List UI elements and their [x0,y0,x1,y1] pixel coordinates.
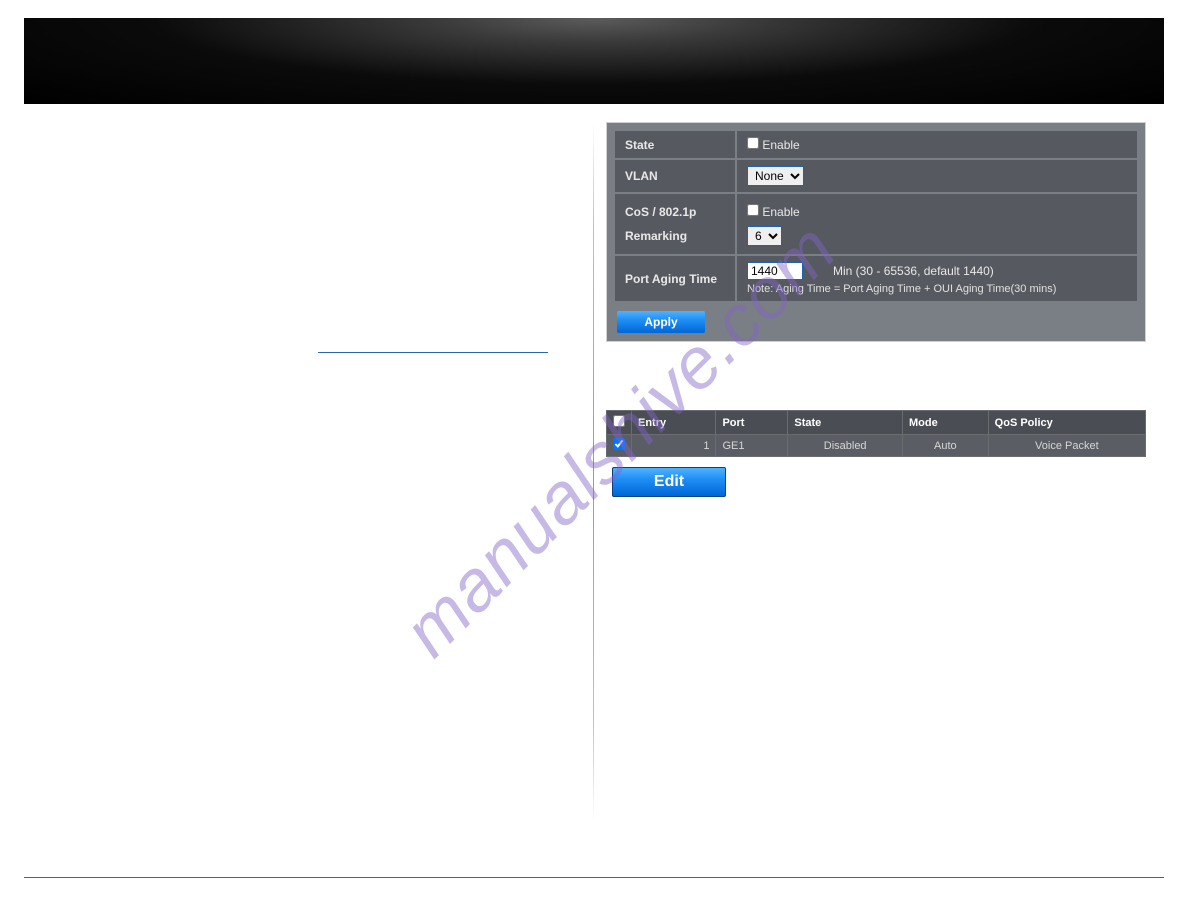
col-entry: Entry [632,411,716,435]
vlan-select[interactable]: None [747,166,804,186]
col-mode: Mode [902,411,988,435]
apply-button[interactable]: Apply [617,311,705,333]
cell-qos: Voice Packet [988,435,1145,457]
edit-button[interactable]: Edit [612,467,726,497]
state-enable-checkbox[interactable] [747,137,759,149]
aging-note: Note: Aging Time = Port Aging Time + OUI… [747,283,1127,295]
cell-entry: 1 [632,435,716,457]
row-checkbox[interactable] [613,438,625,450]
aging-label: Port Aging Time [615,256,735,301]
cos-label: CoS / 802.1p Remarking [615,194,735,254]
cell-port: GE1 [716,435,788,457]
aging-input[interactable] [747,262,803,280]
aging-range: Min (30 - 65536, default 1440) [833,264,994,278]
cos-enable-wrap[interactable]: Enable [747,205,800,219]
cos-enable-text: Enable [762,205,799,219]
cos-enable-checkbox[interactable] [747,204,759,216]
port-setting-panel: Entry Port State Mode QoS Policy 1 GE1 D… [606,410,1146,497]
cos-value-select[interactable]: 6 [747,226,782,246]
state-enable-text: Enable [762,138,799,152]
footer-rule [24,877,1164,878]
cell-mode: Auto [902,435,988,457]
select-all-checkbox[interactable] [613,415,625,427]
cell-state: Disabled [788,435,903,457]
col-qos: QoS Policy [988,411,1145,435]
col-state: State [788,411,903,435]
vlan-label: VLAN [615,160,735,192]
state-label: State [615,131,735,158]
breadcrumb-underline [318,352,548,353]
col-port: Port [716,411,788,435]
table-row[interactable]: 1 GE1 Disabled Auto Voice Packet [607,435,1146,457]
voice-vlan-config-panel: State Enable VLAN None [606,122,1146,342]
state-enable-wrap[interactable]: Enable [747,138,800,152]
header-banner [24,18,1164,104]
